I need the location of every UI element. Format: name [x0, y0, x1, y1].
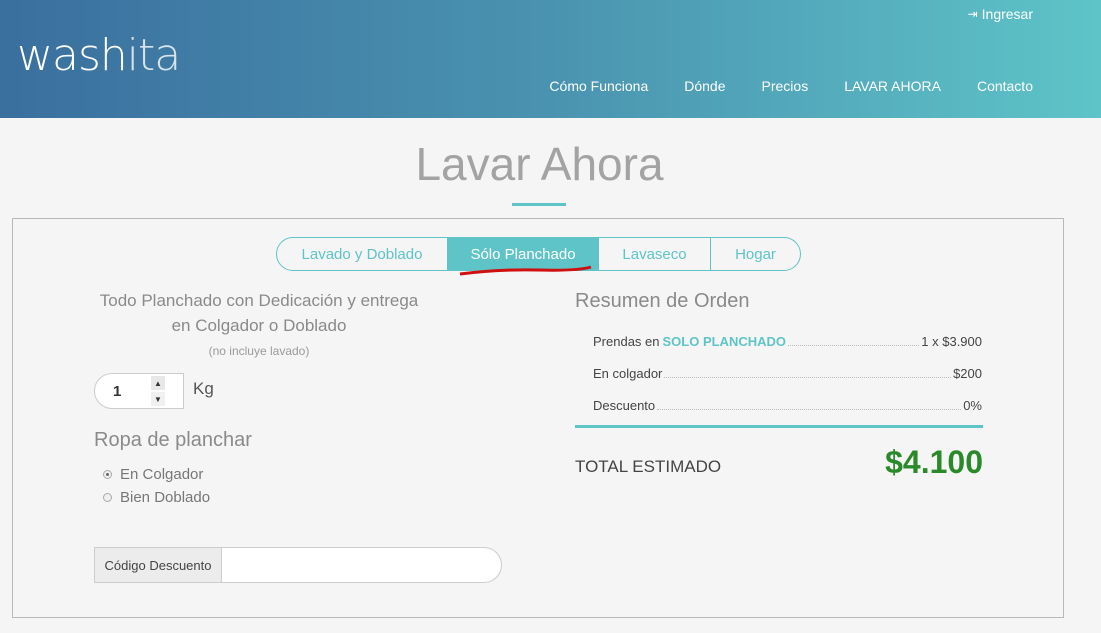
service-description: Todo Planchado con Dedicación y entrega … — [99, 291, 419, 335]
nav-precios[interactable]: Precios — [744, 77, 827, 95]
summary-row-value: $200 — [953, 366, 982, 381]
dotted-leader — [657, 409, 962, 410]
tab-hogar[interactable]: Hogar — [711, 238, 800, 270]
radio-en-colgador[interactable]: En Colgador — [103, 466, 203, 483]
quantity-value: 1 — [113, 383, 122, 400]
discount-code-group: Código Descuento — [94, 547, 502, 583]
summary-row-descuento: Descuento 0% — [593, 398, 982, 413]
radio-unselected-icon[interactable] — [103, 493, 112, 502]
title-underline — [512, 203, 566, 206]
summary-row-label: Prendas en — [593, 334, 660, 349]
main-nav: Cómo Funciona Dónde Precios LAVAR AHORA … — [531, 77, 1051, 95]
total-label: TOTAL ESTIMADO — [575, 457, 722, 476]
radio-label: En Colgador — [120, 466, 204, 483]
sign-in-icon: ⇥ — [967, 7, 978, 21]
radio-selected-icon[interactable] — [103, 470, 112, 479]
nav-donde[interactable]: Dónde — [666, 77, 743, 95]
logo-text-tail: ita — [126, 30, 181, 81]
stepper-down-icon[interactable]: ▼ — [151, 392, 165, 406]
nav-lavar-ahora[interactable]: LAVAR AHORA — [826, 77, 959, 95]
dotted-leader — [788, 345, 920, 346]
stepper-up-icon[interactable]: ▲ — [151, 376, 165, 390]
washita-logo[interactable]: washita — [17, 30, 181, 82]
tab-lavado-y-doblado[interactable]: Lavado y Doblado — [277, 238, 448, 270]
ropa-heading: Ropa de planchar — [94, 429, 252, 451]
summary-row-prendas: Prendas en SOLO PLANCHADO 1 x $3.900 — [593, 334, 982, 349]
nav-como-funciona[interactable]: Cómo Funciona — [531, 77, 666, 95]
radio-label: Bien Doblado — [120, 489, 211, 506]
page-title: Lavar Ahora — [415, 138, 664, 190]
total-value: $4.100 — [885, 444, 983, 480]
summary-row-label: En colgador — [593, 366, 663, 381]
summary-divider — [575, 425, 983, 428]
site-header: washita ⇥ Ingresar Cómo Funciona Dónde P… — [0, 0, 1101, 118]
discount-code-label: Código Descuento — [94, 547, 222, 583]
red-underline-mark — [459, 265, 592, 276]
logo-text-main: wash — [17, 30, 128, 81]
quantity-stepper[interactable]: 1 ▲ ▼ — [94, 373, 184, 409]
login-label: Ingresar — [981, 6, 1033, 22]
nav-contacto[interactable]: Contacto — [959, 77, 1051, 95]
radio-bien-doblado[interactable]: Bien Doblado — [103, 489, 210, 506]
summary-row-value: 0% — [963, 398, 982, 413]
summary-row-highlight: SOLO PLANCHADO — [662, 334, 787, 349]
summary-row-value: 1 x $3.900 — [921, 334, 982, 349]
service-note: (no incluye lavado) — [208, 344, 310, 358]
summary-title: Resumen de Orden — [575, 290, 750, 312]
dotted-leader — [664, 377, 952, 378]
tab-lavaseco[interactable]: Lavaseco — [599, 238, 711, 270]
login-link[interactable]: ⇥ Ingresar — [968, 6, 1033, 22]
summary-row-colgador: En colgador $200 — [593, 366, 982, 381]
quantity-unit: Kg — [193, 379, 214, 398]
discount-code-input[interactable] — [222, 547, 502, 583]
summary-row-label: Descuento — [593, 398, 656, 413]
